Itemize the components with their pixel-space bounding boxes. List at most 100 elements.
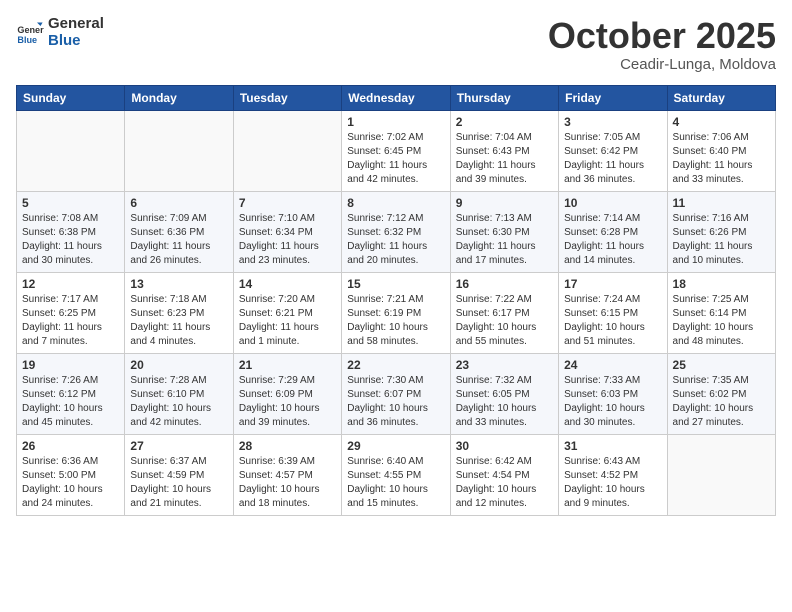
day-info: Sunrise: 6:42 AM Sunset: 4:54 PM Dayligh…	[456, 455, 553, 511]
day-info: Sunrise: 7:06 AM Sunset: 6:40 PM Dayligh…	[673, 131, 770, 187]
day-info: Sunrise: 6:39 AM Sunset: 4:57 PM Dayligh…	[239, 455, 336, 511]
day-info: Sunrise: 7:10 AM Sunset: 6:34 PM Dayligh…	[239, 212, 336, 268]
day-number: 27	[130, 439, 227, 453]
day-info: Sunrise: 7:04 AM Sunset: 6:43 PM Dayligh…	[456, 131, 553, 187]
weekday-header-row: SundayMondayTuesdayWednesdayThursdayFrid…	[17, 85, 776, 110]
day-number: 31	[564, 439, 661, 453]
day-info: Sunrise: 7:17 AM Sunset: 6:25 PM Dayligh…	[22, 293, 119, 349]
day-number: 2	[456, 115, 553, 129]
day-number: 1	[347, 115, 444, 129]
calendar-day-cell: 20 Sunrise: 7:28 AM Sunset: 6:10 PM Dayli…	[125, 353, 233, 434]
day-info: Sunrise: 6:40 AM Sunset: 4:55 PM Dayligh…	[347, 455, 444, 511]
day-number: 7	[239, 196, 336, 210]
weekday-header: Thursday	[450, 85, 558, 110]
day-number: 3	[564, 115, 661, 129]
calendar-day-cell	[125, 110, 233, 191]
day-number: 8	[347, 196, 444, 210]
day-info: Sunrise: 7:20 AM Sunset: 6:21 PM Dayligh…	[239, 293, 336, 349]
day-info: Sunrise: 7:29 AM Sunset: 6:09 PM Dayligh…	[239, 374, 336, 430]
day-info: Sunrise: 7:05 AM Sunset: 6:42 PM Dayligh…	[564, 131, 661, 187]
calendar-day-cell: 7 Sunrise: 7:10 AM Sunset: 6:34 PM Daylig…	[233, 191, 341, 272]
day-number: 21	[239, 358, 336, 372]
day-info: Sunrise: 7:09 AM Sunset: 6:36 PM Dayligh…	[130, 212, 227, 268]
day-number: 14	[239, 277, 336, 291]
day-number: 26	[22, 439, 119, 453]
day-info: Sunrise: 7:16 AM Sunset: 6:26 PM Dayligh…	[673, 212, 770, 268]
calendar-day-cell: 2 Sunrise: 7:04 AM Sunset: 6:43 PM Daylig…	[450, 110, 558, 191]
title-block: October 2025 Ceadir-Lunga, Moldova	[548, 16, 776, 73]
calendar-week-row: 12 Sunrise: 7:17 AM Sunset: 6:25 PM Dayli…	[17, 272, 776, 353]
day-info: Sunrise: 7:30 AM Sunset: 6:07 PM Dayligh…	[347, 374, 444, 430]
calendar-day-cell: 15 Sunrise: 7:21 AM Sunset: 6:19 PM Dayli…	[342, 272, 450, 353]
logo-icon: General Blue	[16, 19, 44, 47]
page-header: General Blue General Blue October 2025 C…	[16, 16, 776, 73]
weekday-header: Saturday	[667, 85, 775, 110]
calendar-day-cell: 14 Sunrise: 7:20 AM Sunset: 6:21 PM Dayli…	[233, 272, 341, 353]
day-info: Sunrise: 7:21 AM Sunset: 6:19 PM Dayligh…	[347, 293, 444, 349]
day-info: Sunrise: 7:18 AM Sunset: 6:23 PM Dayligh…	[130, 293, 227, 349]
day-info: Sunrise: 7:13 AM Sunset: 6:30 PM Dayligh…	[456, 212, 553, 268]
day-number: 17	[564, 277, 661, 291]
day-number: 28	[239, 439, 336, 453]
calendar-day-cell: 27 Sunrise: 6:37 AM Sunset: 4:59 PM Dayli…	[125, 434, 233, 515]
day-number: 22	[347, 358, 444, 372]
day-info: Sunrise: 6:37 AM Sunset: 4:59 PM Dayligh…	[130, 455, 227, 511]
calendar-week-row: 19 Sunrise: 7:26 AM Sunset: 6:12 PM Dayli…	[17, 353, 776, 434]
day-number: 30	[456, 439, 553, 453]
calendar-day-cell: 24Sunrise: 7:33 AM Sunset: 6:03 PM Dayli…	[559, 353, 667, 434]
day-info: Sunrise: 7:24 AM Sunset: 6:15 PM Dayligh…	[564, 293, 661, 349]
day-number: 25	[673, 358, 770, 372]
day-number: 24	[564, 358, 661, 372]
svg-text:Blue: Blue	[17, 34, 37, 44]
calendar-day-cell: 26Sunrise: 6:36 AM Sunset: 5:00 PM Dayli…	[17, 434, 125, 515]
day-info: Sunrise: 7:22 AM Sunset: 6:17 PM Dayligh…	[456, 293, 553, 349]
weekday-header: Tuesday	[233, 85, 341, 110]
calendar-day-cell: 1 Sunrise: 7:02 AM Sunset: 6:45 PM Daylig…	[342, 110, 450, 191]
day-number: 29	[347, 439, 444, 453]
day-info: Sunrise: 7:02 AM Sunset: 6:45 PM Dayligh…	[347, 131, 444, 187]
calendar-day-cell: 3 Sunrise: 7:05 AM Sunset: 6:42 PM Daylig…	[559, 110, 667, 191]
calendar-day-cell: 19 Sunrise: 7:26 AM Sunset: 6:12 PM Dayli…	[17, 353, 125, 434]
calendar-day-cell: 8 Sunrise: 7:12 AM Sunset: 6:32 PM Daylig…	[342, 191, 450, 272]
calendar-day-cell: 16Sunrise: 7:22 AM Sunset: 6:17 PM Dayli…	[450, 272, 558, 353]
calendar-day-cell: 11Sunrise: 7:16 AM Sunset: 6:26 PM Dayli…	[667, 191, 775, 272]
day-number: 18	[673, 277, 770, 291]
calendar-day-cell: 6Sunrise: 7:09 AM Sunset: 6:36 PM Daylig…	[125, 191, 233, 272]
calendar-week-row: 5 Sunrise: 7:08 AM Sunset: 6:38 PM Daylig…	[17, 191, 776, 272]
day-number: 5	[22, 196, 119, 210]
logo-blue: Blue	[48, 32, 81, 49]
month-title: October 2025	[548, 16, 776, 56]
day-number: 15	[347, 277, 444, 291]
day-number: 9	[456, 196, 553, 210]
calendar-day-cell	[17, 110, 125, 191]
calendar-day-cell: 31 Sunrise: 6:43 AM Sunset: 4:52 PM Dayli…	[559, 434, 667, 515]
calendar-day-cell: 10Sunrise: 7:14 AM Sunset: 6:28 PM Dayli…	[559, 191, 667, 272]
day-info: Sunrise: 7:08 AM Sunset: 6:38 PM Dayligh…	[22, 212, 119, 268]
logo-general: General	[48, 15, 104, 32]
calendar-day-cell: 23Sunrise: 7:32 AM Sunset: 6:05 PM Dayli…	[450, 353, 558, 434]
day-info: Sunrise: 7:14 AM Sunset: 6:28 PM Dayligh…	[564, 212, 661, 268]
calendar-day-cell: 18Sunrise: 7:25 AM Sunset: 6:14 PM Dayli…	[667, 272, 775, 353]
calendar-day-cell: 13 Sunrise: 7:18 AM Sunset: 6:23 PM Dayli…	[125, 272, 233, 353]
day-info: Sunrise: 6:43 AM Sunset: 4:52 PM Dayligh…	[564, 455, 661, 511]
day-info: Sunrise: 7:28 AM Sunset: 6:10 PM Dayligh…	[130, 374, 227, 430]
calendar-week-row: 1 Sunrise: 7:02 AM Sunset: 6:45 PM Daylig…	[17, 110, 776, 191]
calendar-day-cell: 5 Sunrise: 7:08 AM Sunset: 6:38 PM Daylig…	[17, 191, 125, 272]
day-number: 20	[130, 358, 227, 372]
day-info: Sunrise: 7:12 AM Sunset: 6:32 PM Dayligh…	[347, 212, 444, 268]
calendar-day-cell: 29 Sunrise: 6:40 AM Sunset: 4:55 PM Dayli…	[342, 434, 450, 515]
calendar-day-cell: 4 Sunrise: 7:06 AM Sunset: 6:40 PM Daylig…	[667, 110, 775, 191]
day-info: Sunrise: 7:32 AM Sunset: 6:05 PM Dayligh…	[456, 374, 553, 430]
svg-text:General: General	[17, 25, 44, 35]
day-number: 13	[130, 277, 227, 291]
calendar-day-cell: 30 Sunrise: 6:42 AM Sunset: 4:54 PM Dayli…	[450, 434, 558, 515]
weekday-header: Monday	[125, 85, 233, 110]
day-number: 12	[22, 277, 119, 291]
day-info: Sunrise: 7:26 AM Sunset: 6:12 PM Dayligh…	[22, 374, 119, 430]
calendar-day-cell: 28 Sunrise: 6:39 AM Sunset: 4:57 PM Dayli…	[233, 434, 341, 515]
weekday-header: Sunday	[17, 85, 125, 110]
day-number: 4	[673, 115, 770, 129]
day-number: 19	[22, 358, 119, 372]
calendar-day-cell: 17 Sunrise: 7:24 AM Sunset: 6:15 PM Dayli…	[559, 272, 667, 353]
calendar-week-row: 26Sunrise: 6:36 AM Sunset: 5:00 PM Dayli…	[17, 434, 776, 515]
